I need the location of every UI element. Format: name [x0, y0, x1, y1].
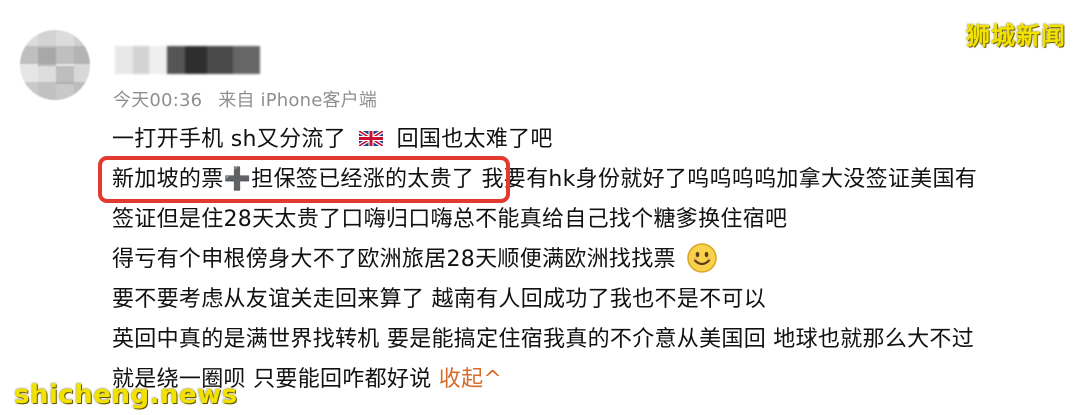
- comment-line-6: 英回中真的是满世界找转机 要是能搞定住宿我真的不介意从美国回 地球也就那么大不过: [112, 320, 1062, 360]
- weibo-comment-card: 今天00:36 来自 iPhone客户端 一打开手机 sh又分流了 回国也太难了…: [0, 0, 1080, 415]
- comment-line-6-text: 英回中真的是满世界找转机 要是能搞定住宿我真的不介意从美国回 地球也就那么大不过: [112, 327, 974, 352]
- comment-line-1-text-b: 回国也太难了吧: [396, 127, 553, 152]
- comment-line-5: 要不要考虑从友谊关走回来算了 越南有人回成功了我也不是不可以: [112, 280, 1062, 320]
- post-meta: 今天00:36 来自 iPhone客户端: [113, 86, 387, 112]
- comment-line-3: 签证但是住28天太贵了口嗨归口嗨总不能真给自己找个糖爹换住宿吧: [112, 200, 1062, 240]
- comment-line-1-text-a: 一打开手机 sh又分流了: [112, 127, 346, 152]
- red-highlight-annotation: [98, 156, 510, 203]
- uk-flag-icon: [359, 131, 384, 146]
- smile-emoji-icon: [687, 243, 717, 273]
- post-time: 今天00:36: [113, 90, 203, 111]
- comment-line-4: 得亏有个申根傍身大不了欧洲旅居28天顺便满欧洲找找票: [112, 240, 1062, 280]
- comment-line-4-text: 得亏有个申根傍身大不了欧洲旅居28天顺便满欧洲找找票: [112, 247, 676, 272]
- comment-line-7: 就是绕一圈呗 只要能回咋都好说 收起^: [112, 360, 1062, 400]
- watermark-top-right: 狮城新闻: [966, 22, 1066, 50]
- user-avatar[interactable]: [20, 30, 90, 100]
- comment-line-5-text: 要不要考虑从友谊关走回来算了 越南有人回成功了我也不是不可以: [112, 287, 766, 312]
- post-source: 来自 iPhone客户端: [218, 90, 378, 111]
- comment-line-1: 一打开手机 sh又分流了 回国也太难了吧: [112, 120, 1062, 160]
- username-obscured[interactable]: [115, 46, 260, 74]
- collapse-link[interactable]: 收起^: [439, 367, 502, 392]
- comment-line-3-text: 签证但是住28天太贵了口嗨归口嗨总不能真给自己找个糖爹换住宿吧: [112, 207, 788, 232]
- watermark-bottom-left: shicheng.news: [14, 380, 238, 410]
